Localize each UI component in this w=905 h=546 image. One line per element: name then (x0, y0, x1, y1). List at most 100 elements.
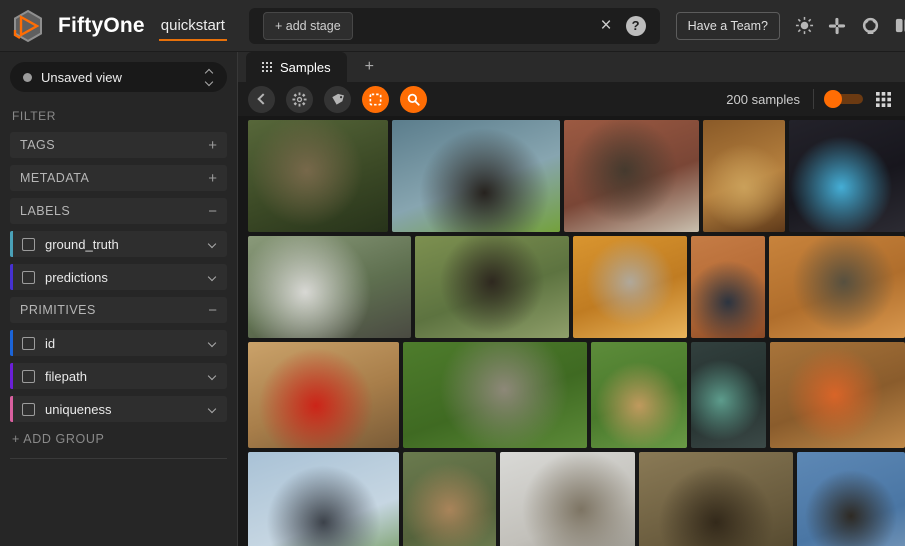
help-icon[interactable]: ? (626, 16, 646, 36)
chevron-down-icon[interactable] (208, 339, 216, 347)
back-button[interactable] (248, 86, 275, 113)
patches-icon (368, 92, 383, 107)
grid-row (248, 236, 905, 338)
filter-groups: TAGS+METADATA+LABELS−ground_truthpredict… (10, 132, 227, 422)
filter-group-metadata[interactable]: METADATA+ (10, 165, 227, 191)
filter-group-tags[interactable]: TAGS+ (10, 132, 227, 158)
field-id[interactable]: id (10, 330, 227, 356)
collapse-icon[interactable]: − (208, 303, 217, 318)
sample-grid (238, 116, 905, 546)
view-selector-label: Unsaved view (41, 70, 197, 85)
group-label: TAGS (20, 138, 208, 152)
sidebar: Unsaved view FILTER TAGS+METADATA+LABELS… (0, 52, 238, 546)
sample-grizzly-bear[interactable] (403, 452, 496, 546)
sample-brown-bear[interactable] (591, 342, 687, 448)
content: Unsaved view FILTER TAGS+METADATA+LABELS… (0, 52, 905, 546)
chevron-left-icon (257, 93, 268, 104)
expand-icon[interactable]: + (208, 138, 217, 153)
add-stage-button[interactable]: + add stage (263, 12, 353, 40)
view-status-dot (23, 73, 32, 82)
expand-icon[interactable]: + (208, 171, 217, 186)
chevron-down-icon[interactable] (208, 273, 216, 281)
github-icon[interactable] (860, 16, 880, 36)
sample-man-in-suit[interactable] (691, 236, 766, 338)
field-checkbox[interactable] (22, 403, 35, 416)
field-filepath[interactable]: filepath (10, 363, 227, 389)
chevron-down-icon[interactable] (208, 372, 216, 380)
chevron-down-icon[interactable] (208, 405, 216, 413)
sample-spaniel-in-car[interactable] (797, 452, 905, 546)
sample-food-red-plate[interactable] (248, 342, 399, 448)
close-icon[interactable]: × (601, 16, 612, 35)
chevron-down-icon[interactable] (208, 240, 216, 248)
sample-dinner-table[interactable] (703, 120, 785, 232)
sample-cat-on-counter[interactable] (500, 452, 634, 546)
tab-samples-label: Samples (280, 60, 331, 75)
grid-row (248, 120, 905, 232)
sample-dogs-playing[interactable] (403, 342, 587, 448)
field-label: predictions (45, 270, 209, 285)
main-panel: Samples + (238, 52, 905, 546)
settings-button[interactable] (286, 86, 313, 113)
collapse-icon[interactable]: − (208, 204, 217, 219)
sample-beach-cake[interactable] (789, 120, 905, 232)
filter-group-primitives[interactable]: PRIMITIVES− (10, 297, 227, 323)
sample-cat-in-mirror[interactable] (573, 236, 687, 338)
fiftyone-app: FiftyOne quickstart + add stage × ? Have… (0, 0, 905, 546)
sample-cat-in-bowl[interactable] (769, 236, 905, 338)
sample-commuter-train[interactable] (248, 236, 411, 338)
sample-fighter-plane[interactable] (248, 452, 399, 546)
patches-button[interactable] (362, 86, 389, 113)
grid-row (248, 452, 905, 546)
slider-knob[interactable] (824, 90, 842, 108)
group-label: METADATA (20, 171, 208, 185)
search-icon (406, 92, 421, 107)
search-button[interactable] (400, 86, 427, 113)
field-ground_truth[interactable]: ground_truth (10, 231, 227, 257)
dataset-name[interactable]: quickstart (159, 11, 227, 41)
sample-pizza[interactable] (770, 342, 905, 448)
grid-zoom-slider[interactable] (827, 94, 863, 104)
slack-icon[interactable] (827, 16, 847, 36)
field-color-bar (10, 231, 13, 257)
sample-count: 200 samples (726, 92, 800, 107)
toolbar-right: 200 samples (726, 89, 891, 109)
toolbar-divider (813, 89, 814, 109)
add-group-button[interactable]: + ADD GROUP (12, 432, 225, 446)
new-tab-button[interactable]: + (347, 58, 392, 76)
header-icon-group (794, 16, 905, 36)
field-uniqueness[interactable]: uniqueness (10, 396, 227, 422)
field-predictions[interactable]: predictions (10, 264, 227, 290)
grid-size-icon[interactable] (876, 92, 891, 107)
tab-bar: Samples + (238, 52, 905, 82)
theme-sun-icon[interactable] (794, 16, 814, 36)
field-checkbox[interactable] (22, 337, 35, 350)
app-title: FiftyOne (58, 14, 145, 38)
sample-bears-sparring[interactable] (639, 452, 793, 546)
sample-cat-on-rug[interactable] (564, 120, 699, 232)
field-label: uniqueness (45, 402, 209, 417)
sample-teddy-bear-kiss[interactable] (691, 342, 766, 448)
view-stage-bar[interactable]: + add stage × ? (249, 8, 660, 44)
field-checkbox[interactable] (22, 271, 35, 284)
unfold-icon (206, 70, 214, 85)
sample-game-bird-forest[interactable] (248, 120, 388, 232)
field-label: id (45, 336, 209, 351)
filter-group-labels[interactable]: LABELS− (10, 198, 227, 224)
filter-section-label: FILTER (12, 109, 225, 123)
grid-row (248, 342, 905, 448)
saved-view-selector[interactable]: Unsaved view (10, 62, 227, 92)
sample-cowboy-on-horse[interactable] (392, 120, 559, 232)
sample-black-cow[interactable] (415, 236, 569, 338)
tag-button[interactable] (324, 86, 351, 113)
group-label: PRIMITIVES (20, 303, 208, 317)
field-checkbox[interactable] (22, 238, 35, 251)
group-label: LABELS (20, 204, 208, 218)
field-color-bar (10, 396, 13, 422)
docs-book-icon[interactable] (893, 16, 905, 36)
have-a-team-button[interactable]: Have a Team? (676, 12, 780, 40)
fiftyone-logo-icon[interactable] (8, 8, 48, 44)
tab-samples[interactable]: Samples (246, 52, 347, 82)
field-color-bar (10, 330, 13, 356)
field-checkbox[interactable] (22, 370, 35, 383)
